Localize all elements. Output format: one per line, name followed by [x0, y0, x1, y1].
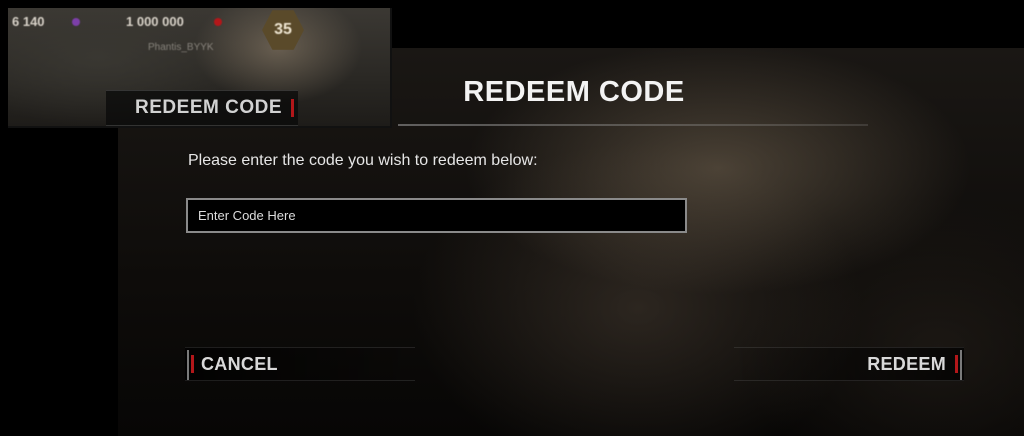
redeem-code-screen: 6 140 1 000 000 35 Phantis_BYYK REDEEM C…	[0, 0, 1024, 436]
code-input[interactable]	[186, 198, 687, 233]
redeem-button[interactable]: REDEEM	[734, 347, 964, 381]
redeem-prompt: Please enter the code you wish to redeem…	[188, 152, 538, 169]
inset-currency-1-value: 6 140	[12, 14, 45, 29]
red-accent-marker	[291, 99, 294, 117]
cancel-red-marker	[191, 355, 194, 373]
redeem-right-marker	[960, 350, 962, 380]
inset-zoom-panel: 6 140 1 000 000 35 Phantis_BYYK REDEEM C…	[8, 8, 392, 128]
level-badge: 35	[262, 10, 304, 50]
redeem-label: REDEEM	[867, 353, 946, 374]
redeem-red-marker	[955, 355, 958, 373]
player-name: Phantis_BYYK	[148, 42, 214, 53]
inset-currency-1-icon	[72, 18, 80, 26]
level-badge-value: 35	[274, 21, 292, 38]
cancel-button[interactable]: CANCEL	[185, 347, 415, 381]
cancel-label: CANCEL	[201, 353, 278, 374]
inset-redeem-code-label: REDEEM CODE	[135, 97, 282, 118]
dialog-title: REDEEM CODE	[463, 76, 685, 108]
inset-currency-2-value: 1 000 000	[126, 14, 184, 29]
inset-currency-2-icon	[214, 18, 222, 26]
header-divider	[398, 124, 868, 126]
cancel-left-marker	[187, 350, 189, 380]
inset-redeem-code-button[interactable]: REDEEM CODE	[106, 90, 298, 126]
